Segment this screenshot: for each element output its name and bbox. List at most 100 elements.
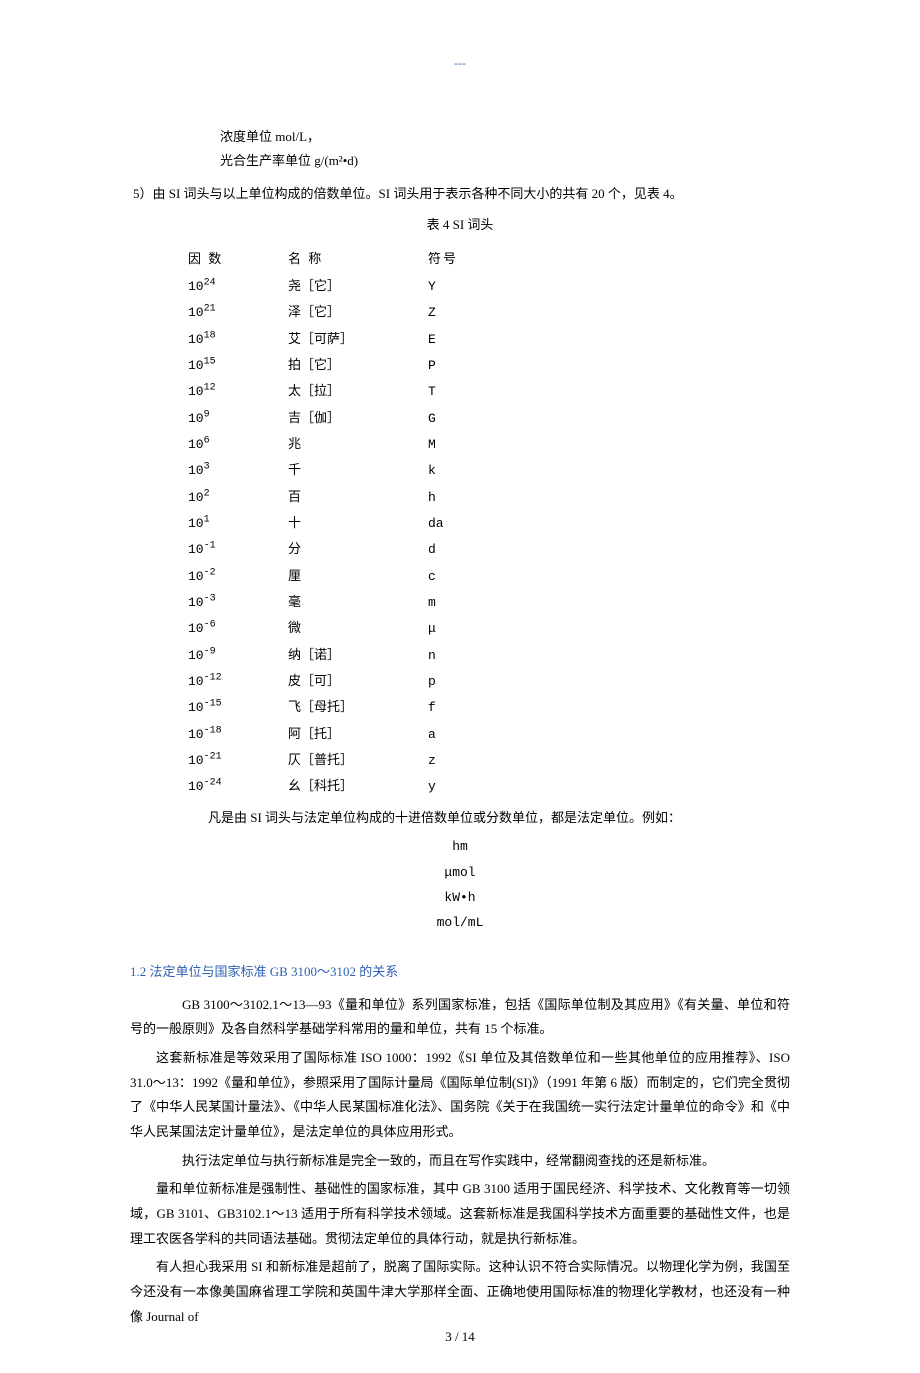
table-row: 10-21仄［普托］z — [188, 747, 790, 773]
cell-symbol: T — [428, 379, 488, 404]
cell-symbol: P — [428, 353, 488, 378]
cell-name: 兆 — [288, 431, 428, 456]
table-row: 1012太［拉］T — [188, 378, 790, 404]
cell-factor: 101 — [188, 511, 288, 536]
cell-factor: 109 — [188, 406, 288, 431]
cell-symbol: h — [428, 485, 488, 510]
cell-name: 仄［普托］ — [288, 747, 428, 772]
cell-symbol: E — [428, 327, 488, 352]
cell-symbol: d — [428, 537, 488, 562]
table-row: 106兆M — [188, 431, 790, 457]
cell-factor: 10-1 — [188, 537, 288, 562]
cell-factor: 10-6 — [188, 616, 288, 641]
table-row: 10-18阿［托］a — [188, 721, 790, 747]
cell-symbol: G — [428, 406, 488, 431]
cell-name: 太［拉］ — [288, 378, 428, 403]
table-row: 10-1分d — [188, 536, 790, 562]
cell-symbol: c — [428, 564, 488, 589]
intro-line-1: 浓度单位 mol/L， — [130, 125, 790, 150]
cell-symbol: z — [428, 748, 488, 773]
cell-name: 纳［诺］ — [288, 642, 428, 667]
table-row: 10-24幺［科托］y — [188, 773, 790, 799]
table-row: 102百h — [188, 484, 790, 510]
cell-symbol: m — [428, 590, 488, 615]
cell-factor: 10-12 — [188, 669, 288, 694]
intro-line-2: 光合生产率单位 g/(m²•d) — [130, 149, 790, 174]
col-name: 名 称 — [288, 246, 428, 271]
cell-symbol: da — [428, 511, 488, 536]
cell-symbol: Z — [428, 300, 488, 325]
table4-caption: 表 4 SI 词头 — [130, 213, 790, 238]
cell-factor: 10-24 — [188, 774, 288, 799]
cell-name: 毫 — [288, 589, 428, 614]
cell-factor: 1018 — [188, 327, 288, 352]
cell-factor: 106 — [188, 432, 288, 457]
cell-name: 艾［可萨］ — [288, 326, 428, 351]
page-footer: 3 / 14 — [0, 1325, 920, 1350]
cell-name: 十 — [288, 510, 428, 535]
table-row: 10-9纳［诺］n — [188, 642, 790, 668]
cell-name: 泽［它］ — [288, 299, 428, 324]
cell-factor: 10-18 — [188, 722, 288, 747]
cell-symbol: M — [428, 432, 488, 457]
si-prefix-table: 因 数 名 称 符号 1024尧［它］Y1021泽［它］Z1018艾［可萨］E1… — [130, 246, 790, 800]
table-row: 109吉［伽］G — [188, 405, 790, 431]
para-3: 执行法定单位与执行新标准是完全一致的，而且在写作实践中，经常翻阅查找的还是新标准… — [130, 1149, 790, 1174]
cell-symbol: k — [428, 458, 488, 483]
cell-name: 微 — [288, 615, 428, 640]
example-item: kW•h — [130, 885, 790, 910]
table-row: 10-6微μ — [188, 615, 790, 641]
example-item: hm — [130, 834, 790, 859]
cell-symbol: y — [428, 774, 488, 799]
running-head: --- — [130, 0, 790, 125]
cell-name: 吉［伽］ — [288, 405, 428, 430]
table-row: 10-12皮［可］p — [188, 668, 790, 694]
cell-factor: 1024 — [188, 274, 288, 299]
cell-name: 皮［可］ — [288, 668, 428, 693]
cell-factor: 1012 — [188, 379, 288, 404]
cell-factor: 102 — [188, 485, 288, 510]
example-item: mol/mL — [130, 910, 790, 935]
para-5: 有人担心我采用 SI 和新标准是超前了，脱离了国际实际。这种认识不符合实际情况。… — [130, 1255, 790, 1329]
table-row: 1021泽［它］Z — [188, 299, 790, 325]
cell-symbol: n — [428, 643, 488, 668]
table-row: 10-2厘c — [188, 563, 790, 589]
cell-name: 拍［它］ — [288, 352, 428, 377]
cell-name: 分 — [288, 536, 428, 561]
col-factor: 因 数 — [188, 246, 288, 271]
table-header: 因 数 名 称 符号 — [188, 246, 790, 271]
page: --- 浓度单位 mol/L， 光合生产率单位 g/(m²•d) 5）由 SI … — [0, 0, 920, 1373]
post-table-text: 凡是由 SI 词头与法定单位构成的十进倍数单位或分数单位，都是法定单位。例如： — [130, 806, 790, 831]
cell-factor: 10-2 — [188, 564, 288, 589]
cell-symbol: μ — [428, 616, 488, 641]
col-symbol: 符号 — [428, 246, 508, 271]
cell-factor: 1021 — [188, 300, 288, 325]
cell-name: 尧［它］ — [288, 273, 428, 298]
table-row: 103千k — [188, 457, 790, 483]
para-4: 量和单位新标准是强制性、基础性的国家标准，其中 GB 3100 适用于国民经济、… — [130, 1177, 790, 1251]
cell-symbol: p — [428, 669, 488, 694]
example-item: μmol — [130, 860, 790, 885]
para-1: GB 3100～3102.1～13—93《量和单位》系列国家标准，包括《国际单位… — [130, 993, 790, 1042]
intro-line-3: 5）由 SI 词头与以上单位构成的倍数单位。SI 词头用于表示各种不同大小的共有… — [130, 182, 790, 207]
cell-factor: 10-21 — [188, 748, 288, 773]
cell-symbol: f — [428, 695, 488, 720]
cell-factor: 10-3 — [188, 590, 288, 615]
table-row: 10-3毫m — [188, 589, 790, 615]
cell-factor: 1015 — [188, 353, 288, 378]
cell-name: 厘 — [288, 563, 428, 588]
table-row: 101十da — [188, 510, 790, 536]
cell-symbol: a — [428, 722, 488, 747]
cell-factor: 10-9 — [188, 643, 288, 668]
table-row: 1024尧［它］Y — [188, 273, 790, 299]
cell-factor: 103 — [188, 458, 288, 483]
example-stack: hm μmol kW•h mol/mL — [130, 834, 790, 935]
table-row: 1018艾［可萨］E — [188, 326, 790, 352]
cell-name: 飞［母托］ — [288, 694, 428, 719]
table-row: 1015拍［它］P — [188, 352, 790, 378]
para-2: 这套新标准是等效采用了国际标准 ISO 1000：1992《SI 单位及其倍数单… — [130, 1046, 790, 1145]
cell-symbol: Y — [428, 274, 488, 299]
table-row: 10-15飞［母托］f — [188, 694, 790, 720]
cell-name: 千 — [288, 457, 428, 482]
cell-name: 幺［科托］ — [288, 773, 428, 798]
